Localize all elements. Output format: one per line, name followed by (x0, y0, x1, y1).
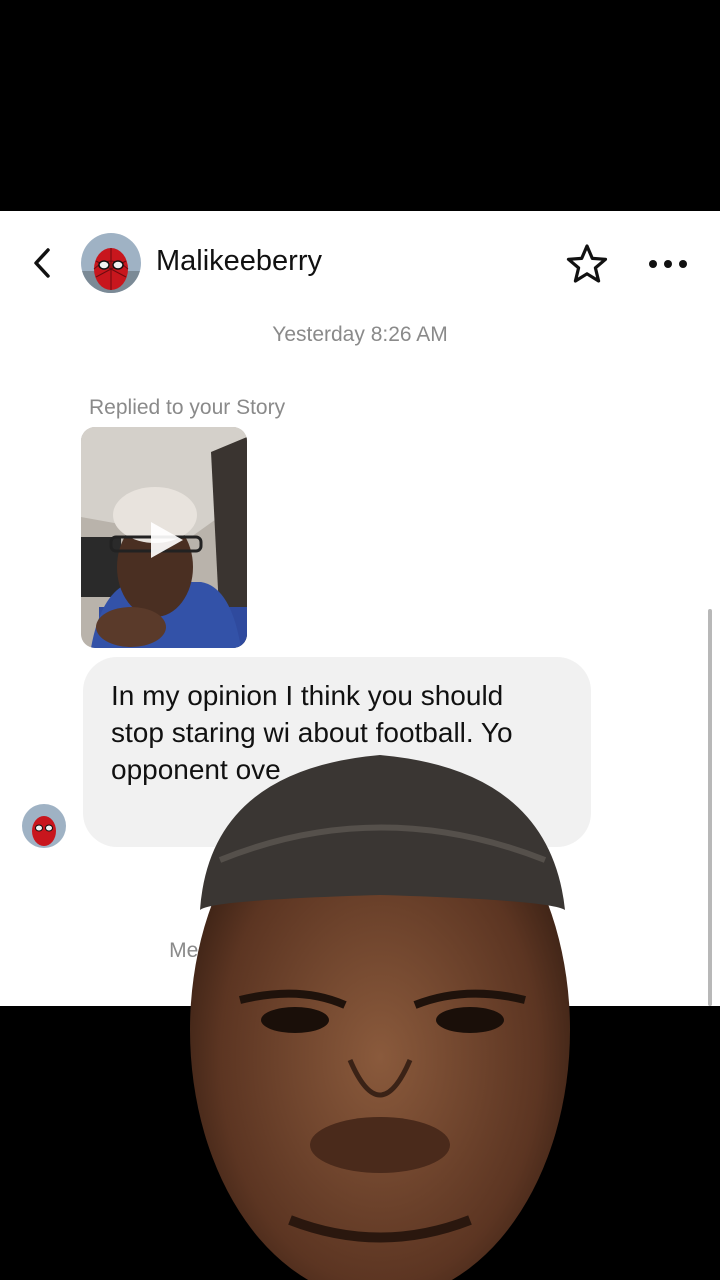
chat-screen: Malikeeberry Yesterday 8:26 AM Replied t… (0, 211, 720, 1006)
letterbox-bottom (0, 1006, 720, 1280)
star-icon (566, 244, 608, 283)
message-bubble[interactable]: In my opinion I think you should stop st… (83, 657, 591, 847)
avatar[interactable] (81, 233, 141, 293)
more-options-button[interactable] (644, 241, 692, 287)
contact-name[interactable]: Malikeeberry (156, 245, 322, 278)
favorite-button[interactable] (563, 241, 611, 287)
message-text: In my opinion I think you should stop st… (111, 680, 513, 785)
more-horizontal-icon (649, 260, 687, 268)
letterbox-top (0, 0, 720, 211)
system-message: Message est accepted. You can st atting. (169, 939, 551, 962)
story-thumbnail[interactable] (81, 427, 247, 648)
message-timestamp: Yesterday 9:17 AM (272, 897, 448, 920)
play-icon (151, 522, 183, 558)
chevron-left-icon (34, 248, 50, 278)
story-reply-label: Replied to your Story (89, 396, 286, 419)
back-button[interactable] (22, 243, 62, 283)
message-timestamp: Yesterday 8:26 AM (272, 323, 448, 346)
chat-header: Malikeeberry (0, 211, 720, 313)
sender-avatar[interactable] (22, 804, 66, 848)
scrollbar[interactable] (708, 609, 712, 1006)
